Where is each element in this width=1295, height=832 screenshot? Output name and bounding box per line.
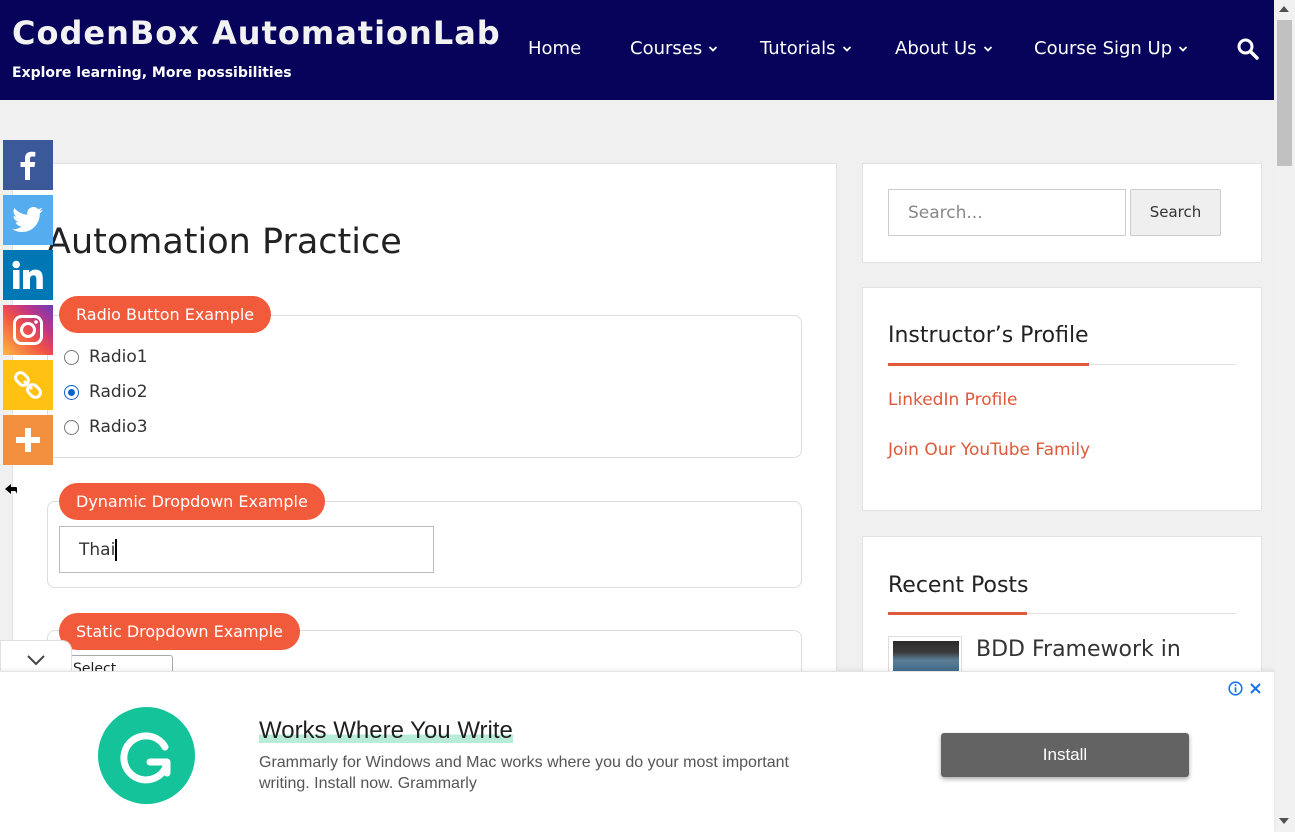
grammarly-g-icon [119,731,170,783]
scroll-down-arrow-icon[interactable] [1279,818,1289,824]
radio-button[interactable] [64,419,79,435]
facebook-share-button[interactable] [3,140,53,190]
radio-button[interactable] [64,349,79,365]
radio-label: Radio2 [89,382,148,402]
instructor-widget-title: Instructor’s Profile [888,323,1089,348]
static-dropdown-legend: Static Dropdown Example [59,613,300,650]
static-dropdown-select[interactable]: Select [68,655,173,671]
site-title[interactable]: CodenBox AutomationLab [12,14,501,52]
autocomplete-value: Thai [79,540,116,560]
nav-courses[interactable]: Courses [630,38,718,59]
title-accent-bar [888,363,1089,366]
instagram-share-button[interactable] [3,305,53,355]
chevron-down-icon [27,654,45,665]
radio-fieldset [47,315,802,458]
nav-home[interactable]: Home [528,38,581,59]
ad-info-icon[interactable] [1228,681,1243,696]
radio-button[interactable] [64,384,79,400]
scroll-thumb[interactable] [1277,20,1292,166]
nav-label: Tutorials [760,38,836,59]
title-accent-bar [888,612,1027,615]
post-thumbnail-image [893,641,959,671]
radio-option-3[interactable]: Radio3 [64,417,148,437]
search-placeholder: Search... [908,203,983,223]
dynamic-dropdown-legend: Dynamic Dropdown Example [59,483,325,520]
site-header: CodenBox AutomationLab Explore learning,… [0,0,1274,100]
nav-label: About Us [895,38,977,59]
linkedin-profile-link[interactable]: LinkedIn Profile [888,390,1018,410]
recent-posts-title: Recent Posts [888,573,1029,598]
plus-icon [16,428,40,452]
ad-install-button[interactable]: Install [941,733,1189,777]
more-share-button[interactable] [3,415,53,465]
scroll-up-arrow-icon[interactable] [1279,6,1289,12]
chevron-down-icon [842,45,851,52]
ad-description[interactable]: Grammarly for Windows and Mac works wher… [259,752,839,794]
linkedin-share-button[interactable] [3,250,53,300]
hide-share-bar-icon[interactable] [4,482,18,496]
chevron-down-icon [709,45,718,52]
youtube-family-link[interactable]: Join Our YouTube Family [888,440,1090,460]
text-cursor [115,539,118,561]
post-thumbnail[interactable] [888,636,962,672]
grammarly-logo[interactable] [98,707,195,804]
ad-headline[interactable]: Works Where You Write [259,717,513,745]
radio-legend: Radio Button Example [59,296,272,333]
radio-label: Radio3 [89,417,148,437]
sidebar-search-button[interactable]: Search [1130,189,1221,236]
linkedin-icon [12,260,43,289]
page-title: Automation Practice [47,222,402,262]
search-icon[interactable] [1236,37,1260,61]
select-value: Select [73,661,117,671]
page-scrollbar[interactable] [1274,0,1295,832]
sidebar-search-input[interactable]: Search... [888,189,1126,236]
facebook-icon [20,151,36,180]
autocomplete-input[interactable]: Thai [59,526,434,573]
nav-about-us[interactable]: About Us [895,38,993,59]
radio-option-1[interactable]: Radio1 [64,347,148,367]
copy-link-button[interactable] [3,360,53,410]
twitter-icon [12,207,44,232]
instagram-icon [13,315,43,345]
site-tagline: Explore learning, More possibilities [12,65,292,81]
chevron-down-icon [983,45,992,52]
nav-label: Courses [630,38,703,59]
copy-link-icon [14,371,42,399]
twitter-share-button[interactable] [3,195,53,245]
nav-course-sign-up[interactable]: Course Sign Up [1034,38,1188,59]
nav-label: Course Sign Up [1034,38,1173,59]
nav-label: Home [528,38,582,59]
nav-tutorials[interactable]: Tutorials [760,38,852,59]
ad-close-icon[interactable] [1248,681,1263,696]
radio-label: Radio1 [89,347,148,367]
recent-post-link[interactable]: BDD Framework in [976,637,1181,662]
radio-option-2[interactable]: Radio2 [64,382,148,402]
chevron-down-icon [1179,45,1188,52]
